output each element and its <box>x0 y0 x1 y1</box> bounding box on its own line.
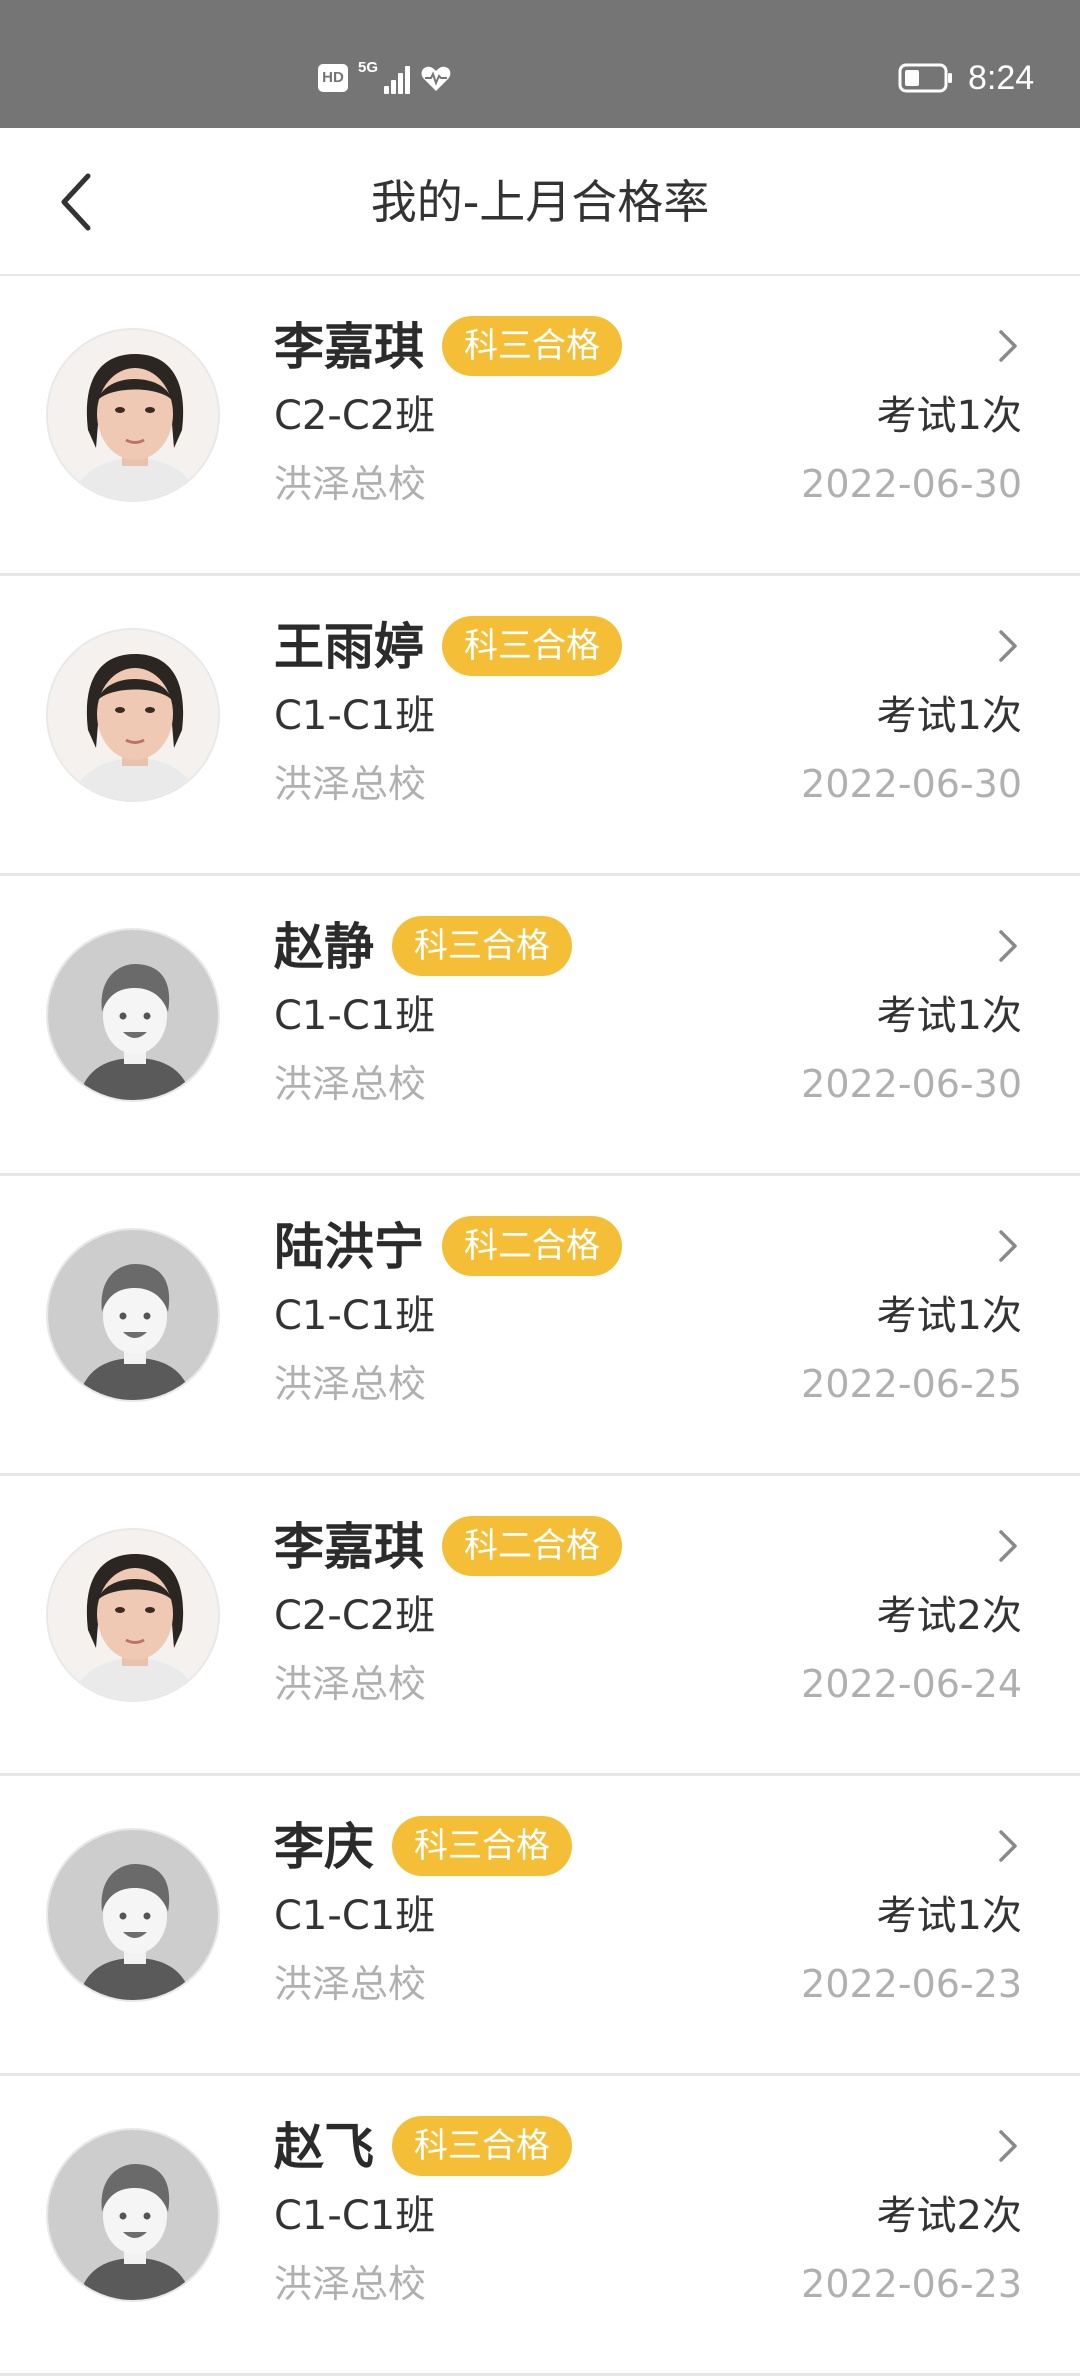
signal-icon <box>376 62 410 94</box>
student-name: 李嘉琪 <box>274 1518 424 1576</box>
pass-badge: 科二合格 <box>442 1216 622 1276</box>
pass-badge: 科二合格 <box>442 1516 622 1576</box>
exam-count: 考试1次 <box>876 993 1022 1039</box>
pass-date: 2022-06-24 <box>801 1662 1022 1706</box>
pass-badge: 科三合格 <box>392 2116 572 2176</box>
school-name: 洪泽总校 <box>274 2262 427 2306</box>
school-name: 洪泽总校 <box>274 1962 427 2006</box>
class-label: C1-C1班 <box>274 1293 436 1339</box>
record-row[interactable]: 陆洪宁 科二合格 C1-C1班 考试1次 洪泽总校 2022-06-25 <box>0 1176 1080 1476</box>
pass-date: 2022-06-30 <box>801 1062 1022 1106</box>
pass-record-list: 李嘉琪 科三合格 C2-C2班 考试1次 洪泽总校 2022-06-30 王雨婷… <box>0 276 1080 2376</box>
back-button[interactable] <box>40 162 120 242</box>
avatar-photo <box>46 628 220 802</box>
school-name: 洪泽总校 <box>274 1062 427 1106</box>
exam-count: 考试2次 <box>876 1593 1022 1639</box>
record-row[interactable]: 李庆 科三合格 C1-C1班 考试1次 洪泽总校 2022-06-23 <box>0 1776 1080 2076</box>
class-label: C1-C1班 <box>274 2193 436 2239</box>
chevron-left-icon <box>61 173 91 231</box>
chevron-right-icon <box>999 1530 1017 1562</box>
class-label: C1-C1班 <box>274 1893 436 1939</box>
pass-badge: 科三合格 <box>392 916 572 976</box>
exam-count: 考试1次 <box>876 1293 1022 1339</box>
class-label: C2-C2班 <box>274 1593 436 1639</box>
chevron-right-icon <box>999 630 1017 662</box>
student-name: 李嘉琪 <box>274 318 424 376</box>
hd-icon: HD <box>318 64 348 92</box>
chevron-right-icon <box>999 1830 1017 1862</box>
pass-badge: 科三合格 <box>442 316 622 376</box>
class-label: C1-C1班 <box>274 693 436 739</box>
class-label: C2-C2班 <box>274 393 436 439</box>
default-avatar-icon <box>46 1228 220 1402</box>
pass-date: 2022-06-25 <box>801 1362 1022 1406</box>
student-name: 陆洪宁 <box>274 1218 424 1276</box>
record-row[interactable]: 赵飞 科三合格 C1-C1班 考试2次 洪泽总校 2022-06-23 <box>0 2076 1080 2376</box>
chevron-right-icon <box>999 1230 1017 1262</box>
pass-badge: 科三合格 <box>392 1816 572 1876</box>
default-avatar-icon <box>46 928 220 1102</box>
exam-count: 考试2次 <box>876 2193 1022 2239</box>
school-name: 洪泽总校 <box>274 1662 427 1706</box>
pass-date: 2022-06-30 <box>801 462 1022 506</box>
default-avatar-icon <box>46 1828 220 2002</box>
student-name: 李庆 <box>274 1818 374 1876</box>
pass-date: 2022-06-23 <box>801 2262 1022 2306</box>
clock-time: 8:24 <box>968 59 1035 97</box>
chevron-right-icon <box>999 330 1017 362</box>
pass-date: 2022-06-30 <box>801 762 1022 806</box>
exam-count: 考试1次 <box>876 1893 1022 1939</box>
page-title: 我的-上月合格率 <box>370 175 710 229</box>
record-row[interactable]: 李嘉琪 科二合格 C2-C2班 考试2次 洪泽总校 2022-06-24 <box>0 1476 1080 1776</box>
pass-badge: 科三合格 <box>442 616 622 676</box>
chevron-right-icon <box>999 930 1017 962</box>
school-name: 洪泽总校 <box>274 1362 427 1406</box>
record-row[interactable]: 李嘉琪 科三合格 C2-C2班 考试1次 洪泽总校 2022-06-30 <box>0 276 1080 576</box>
avatar-photo <box>46 1528 220 1702</box>
battery-icon <box>898 63 952 93</box>
student-name: 王雨婷 <box>274 618 424 676</box>
student-name: 赵飞 <box>274 2118 374 2176</box>
health-heart-icon <box>421 66 451 91</box>
exam-count: 考试1次 <box>876 393 1022 439</box>
app-header: 我的-上月合格率 <box>0 128 1080 276</box>
exam-count: 考试1次 <box>876 693 1022 739</box>
network-type-label: 5G <box>358 59 379 76</box>
school-name: 洪泽总校 <box>274 462 427 506</box>
default-avatar-icon <box>46 2128 220 2302</box>
student-name: 赵静 <box>274 918 374 976</box>
class-label: C1-C1班 <box>274 993 436 1039</box>
pass-date: 2022-06-23 <box>801 1962 1022 2006</box>
status-bar: HD 5G 8:24 <box>0 0 1080 128</box>
school-name: 洪泽总校 <box>274 762 427 806</box>
record-row[interactable]: 王雨婷 科三合格 C1-C1班 考试1次 洪泽总校 2022-06-30 <box>0 576 1080 876</box>
record-row[interactable]: 赵静 科三合格 C1-C1班 考试1次 洪泽总校 2022-06-30 <box>0 876 1080 1176</box>
avatar-photo <box>46 328 220 502</box>
chevron-right-icon <box>999 2130 1017 2162</box>
